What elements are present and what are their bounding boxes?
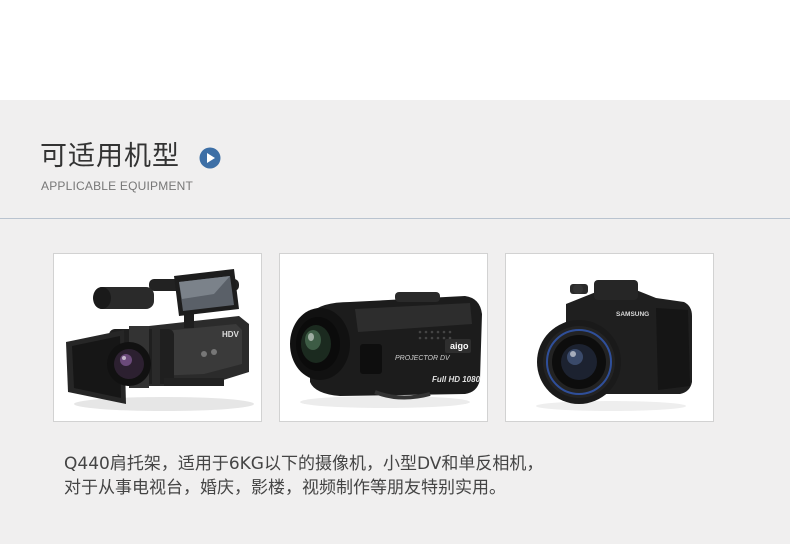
product-card-projector-dv: PROJECTOR DV aigo Full HD 1080: [279, 253, 488, 422]
play-circle-icon: [199, 147, 221, 169]
full-hd-badge: Full HD 1080: [432, 375, 481, 384]
product-card-camcorder: HDV: [53, 253, 262, 422]
aigo-logo: aigo: [450, 341, 469, 351]
samsung-logo: SAMSUNG: [616, 311, 649, 318]
section-subtitle: APPLICABLE EQUIPMENT: [41, 179, 194, 193]
description-line-1: Q440肩托架，适用于6KG以下的摄像机，小型DV和单反相机，: [64, 454, 544, 474]
projector-dv-image: PROJECTOR DV aigo Full HD 1080: [290, 292, 482, 408]
section-divider: [0, 218, 790, 219]
dslr-camera-image: SAMSUNG: [536, 280, 692, 411]
hdv-label: HDV: [222, 330, 240, 339]
product-card-dslr: SAMSUNG: [505, 253, 714, 422]
pro-camcorder-image: HDV: [66, 269, 254, 411]
product-description: Q440肩托架，适用于6KG以下的摄像机，小型DV和单反相机， 对于从事电视台，…: [64, 452, 764, 500]
section-title: 可适用机型: [40, 141, 180, 172]
projector-dv-label: PROJECTOR DV: [395, 355, 451, 362]
description-line-2: 对于从事电视台，婚庆，影楼，视频制作等朋友特别实用。: [64, 478, 506, 498]
top-blank-area: [0, 0, 790, 100]
